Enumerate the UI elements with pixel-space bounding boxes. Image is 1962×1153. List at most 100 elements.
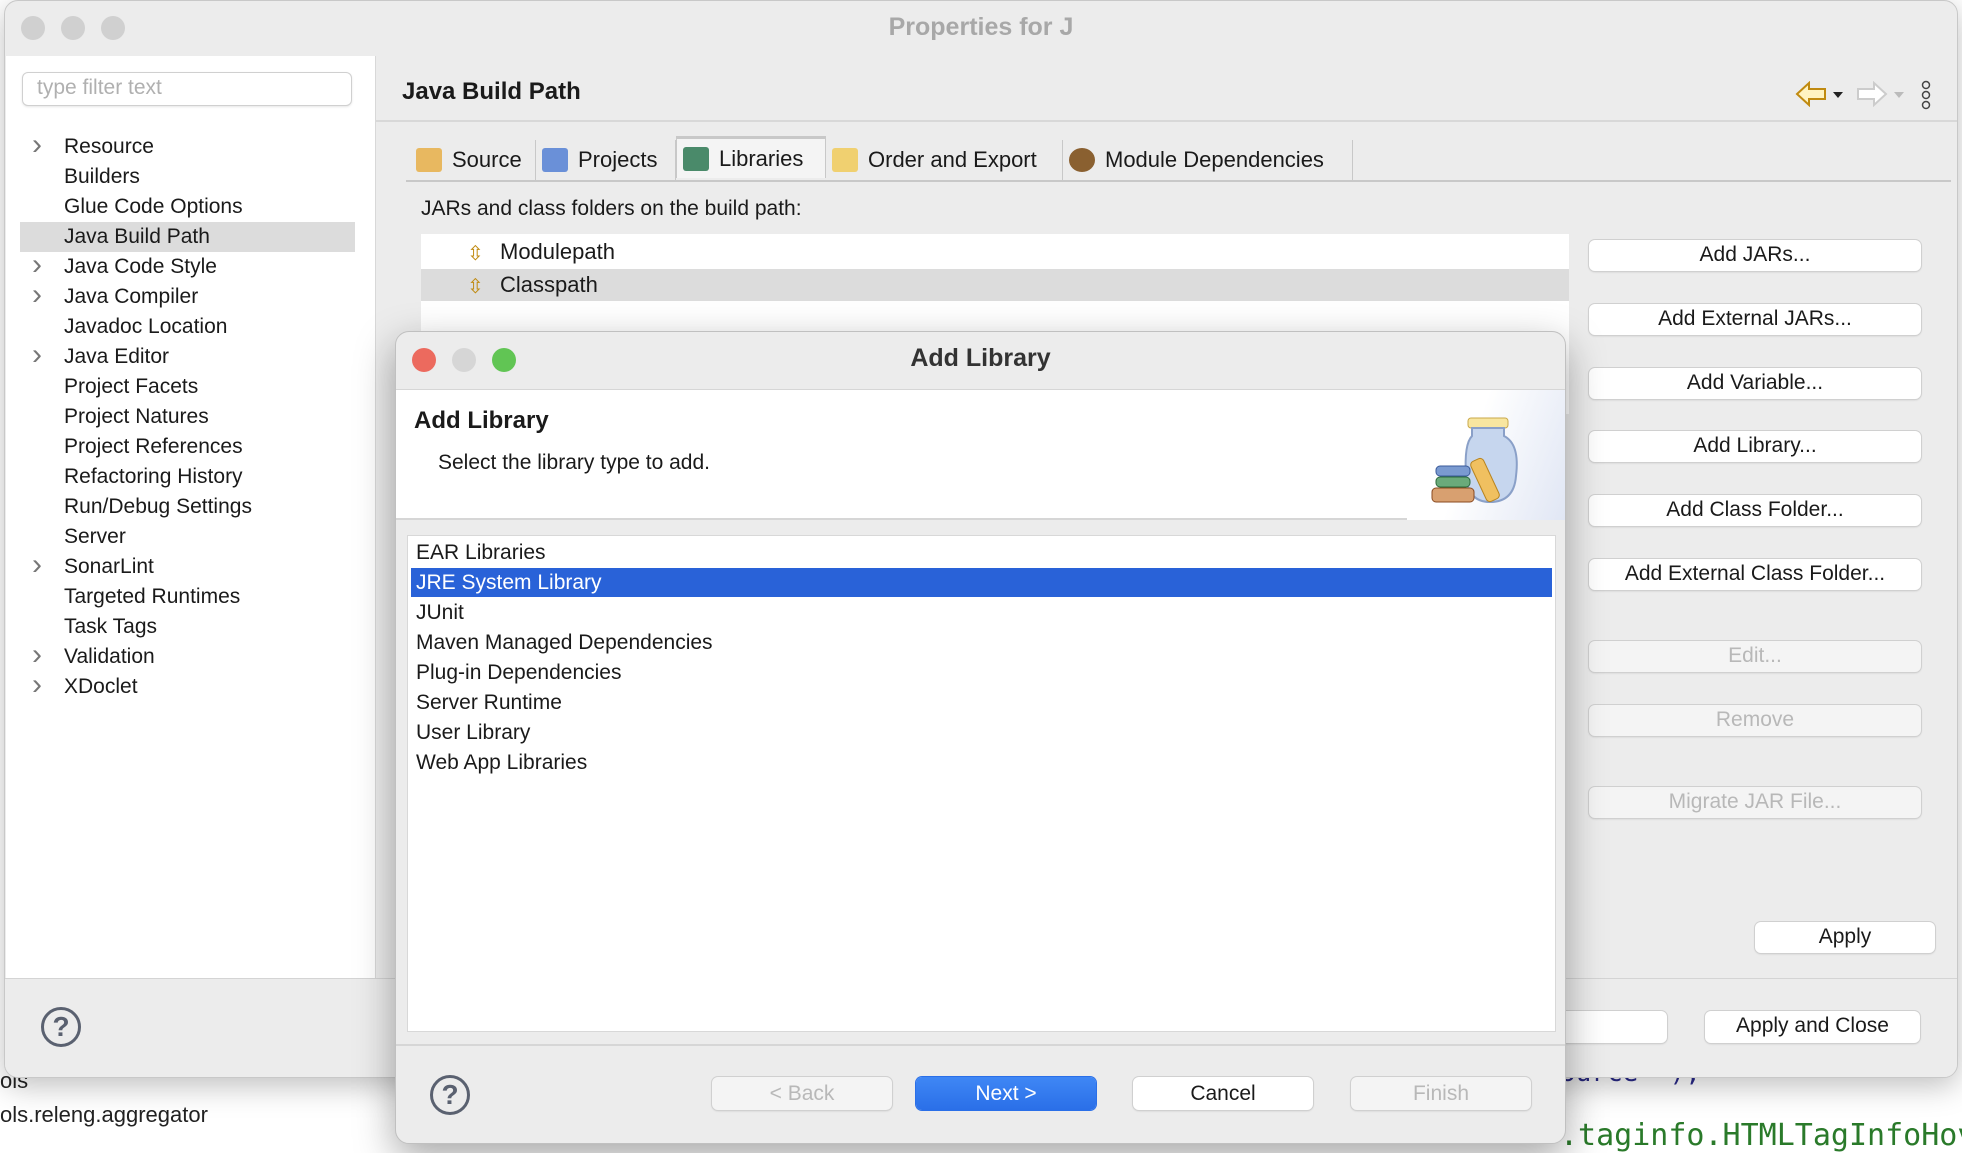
window-title: Properties for J [888, 13, 1074, 41]
chevron-right-icon[interactable]: › [32, 280, 42, 310]
library-type-item[interactable]: Maven Managed Dependencies [411, 628, 1552, 657]
sidebar-item[interactable]: Targeted Runtimes [20, 582, 355, 612]
back-arrow-icon[interactable] [1795, 81, 1855, 107]
add-library-dialog: Add Library Add Library Select the libra… [395, 331, 1566, 1144]
dialog-header-description: Select the library type to add. [438, 451, 710, 474]
tab-libraries[interactable]: Libraries [676, 136, 826, 178]
chevron-right-icon[interactable]: › [32, 250, 42, 280]
sidebar-item[interactable]: Refactoring History [20, 462, 355, 492]
tab-label: Order and Export [868, 147, 1037, 172]
sidebar-item[interactable]: Task Tags [20, 612, 355, 642]
finish-button[interactable]: Finish [1351, 1077, 1531, 1110]
build-path-entry-label: Modulepath [500, 239, 615, 264]
sidebar-item[interactable]: Project References [20, 432, 355, 462]
build-path-button[interactable]: Add Library... [1589, 431, 1921, 462]
sidebar-item[interactable]: › Validation [20, 640, 355, 672]
page-title: Java Build Path [402, 78, 581, 105]
sidebar-item-label: SonarLint [64, 555, 154, 578]
build-path-button[interactable]: Add External JARs... [1589, 304, 1921, 335]
tab-order-and-export[interactable]: Order and Export [826, 140, 1063, 180]
tab-label: Module Dependencies [1105, 147, 1324, 172]
sidebar-item[interactable]: Project Facets [20, 372, 355, 402]
chevron-right-icon[interactable]: › [32, 640, 42, 670]
build-path-button[interactable]: Remove [1589, 705, 1921, 736]
more-options-icon[interactable] [1919, 80, 1933, 110]
sidebar-item-label: Java Editor [64, 345, 170, 368]
dialog-cancel-button[interactable]: Cancel [1133, 1077, 1313, 1110]
sidebar-item-label: Java Compiler [64, 285, 199, 308]
page-header: Java Build Path [376, 56, 1957, 122]
chevron-right-icon[interactable]: › [32, 670, 42, 700]
build-path-button[interactable]: Add External Class Folder... [1589, 559, 1921, 590]
build-path-button[interactable]: Add Class Folder... [1589, 495, 1921, 526]
sidebar-item[interactable]: › Resource [20, 130, 355, 162]
sidebar-item[interactable]: Glue Code Options [20, 192, 355, 222]
sidebar-item-label: Project Natures [64, 405, 209, 428]
sidebar: type filter text › Resource Builders Glue C… [6, 56, 376, 978]
dialog-header-title: Add Library [414, 407, 549, 434]
sidebar-item[interactable]: Run/Debug Settings [20, 492, 355, 522]
sidebar-item[interactable]: Java Build Path [20, 222, 355, 252]
chevron-right-icon[interactable]: › [32, 550, 42, 580]
sidebar-item[interactable]: › Java Compiler [20, 280, 355, 312]
back-button[interactable]: < Back [712, 1077, 892, 1110]
sidebar-item[interactable]: › SonarLint [20, 550, 355, 582]
library-type-item[interactable]: EAR Libraries [411, 538, 1552, 567]
order-arrows-icon: ⇳ [467, 276, 484, 298]
filter-input[interactable]: type filter text [22, 72, 352, 106]
forward-arrow-icon[interactable] [1856, 81, 1916, 107]
build-path-entry[interactable]: ⇳ Classpath [421, 269, 1569, 301]
build-path-button[interactable]: Add JARs... [1589, 240, 1921, 271]
order-export-icon [832, 148, 858, 172]
sidebar-item[interactable]: Builders [20, 162, 355, 192]
sidebar-item-label: Project Facets [64, 375, 199, 398]
dialog-header: Add Library Select the library type to a… [396, 389, 1565, 520]
dialog-separator [396, 1044, 1565, 1046]
build-path-entry-label: Classpath [500, 272, 598, 297]
sidebar-item-label: Project References [64, 435, 243, 458]
build-path-button[interactable]: Migrate JAR File... [1589, 787, 1921, 818]
tab-module-dependencies[interactable]: Module Dependencies [1063, 140, 1353, 180]
build-path-button[interactable]: Edit... [1589, 641, 1921, 672]
sidebar-item[interactable]: Project Natures [20, 402, 355, 432]
library-type-item[interactable]: JRE System Library [411, 568, 1552, 597]
dialog-help-icon[interactable]: ? [430, 1075, 470, 1115]
apply-and-close-button[interactable]: Apply and Close [1705, 1011, 1920, 1043]
sidebar-item[interactable]: Javadoc Location [20, 312, 355, 342]
library-type-item[interactable]: Web App Libraries [411, 748, 1552, 777]
sidebar-item-label: Java Code Style [64, 255, 217, 278]
chevron-right-icon[interactable]: › [32, 340, 42, 370]
library-type-item[interactable]: User Library [411, 718, 1552, 747]
build-path-button[interactable]: Add Variable... [1589, 368, 1921, 399]
library-type-list[interactable]: EAR Libraries JRE System Library JUnit Mave… [407, 535, 1556, 1032]
tab-source[interactable]: Source [410, 140, 536, 180]
sidebar-item[interactable]: › XDoclet [20, 670, 355, 702]
library-type-item[interactable]: Server Runtime [411, 688, 1552, 717]
library-type-item[interactable]: Plug-in Dependencies [411, 658, 1552, 687]
build-path-entry[interactable]: ⇳ Modulepath [421, 236, 1569, 268]
sidebar-item[interactable]: › Java Editor [20, 340, 355, 372]
sidebar-item-label: Validation [64, 645, 155, 668]
projects-icon [542, 148, 568, 172]
sidebar-item[interactable]: Server [20, 522, 355, 552]
sidebar-item-label: Glue Code Options [64, 195, 243, 218]
module-icon [1069, 148, 1095, 172]
chevron-right-icon[interactable]: › [32, 130, 42, 160]
sidebar-item-label: Targeted Runtimes [64, 585, 241, 608]
next-button[interactable]: Next > [916, 1077, 1096, 1110]
libraries-icon [683, 147, 709, 171]
sidebar-item-label: Java Build Path [64, 225, 210, 248]
help-icon[interactable]: ? [41, 1007, 81, 1047]
sidebar-item-label: XDoclet [64, 675, 138, 698]
tab-label: Libraries [719, 146, 804, 171]
tab-projects[interactable]: Projects [536, 140, 676, 180]
sidebar-item[interactable]: › Java Code Style [20, 250, 355, 282]
library-type-item[interactable]: JUnit [411, 598, 1552, 627]
sidebar-item-label: Javadoc Location [64, 315, 228, 338]
background-text: ols.releng.aggregator [0, 1102, 208, 1127]
background-code: .taginfo.HTMLTagInfoHoverPr [1560, 1118, 1962, 1153]
tab-label: Projects [578, 147, 658, 172]
apply-button[interactable]: Apply [1755, 922, 1935, 953]
order-arrows-icon: ⇳ [467, 243, 484, 265]
sidebar-item-label: Task Tags [64, 615, 157, 638]
